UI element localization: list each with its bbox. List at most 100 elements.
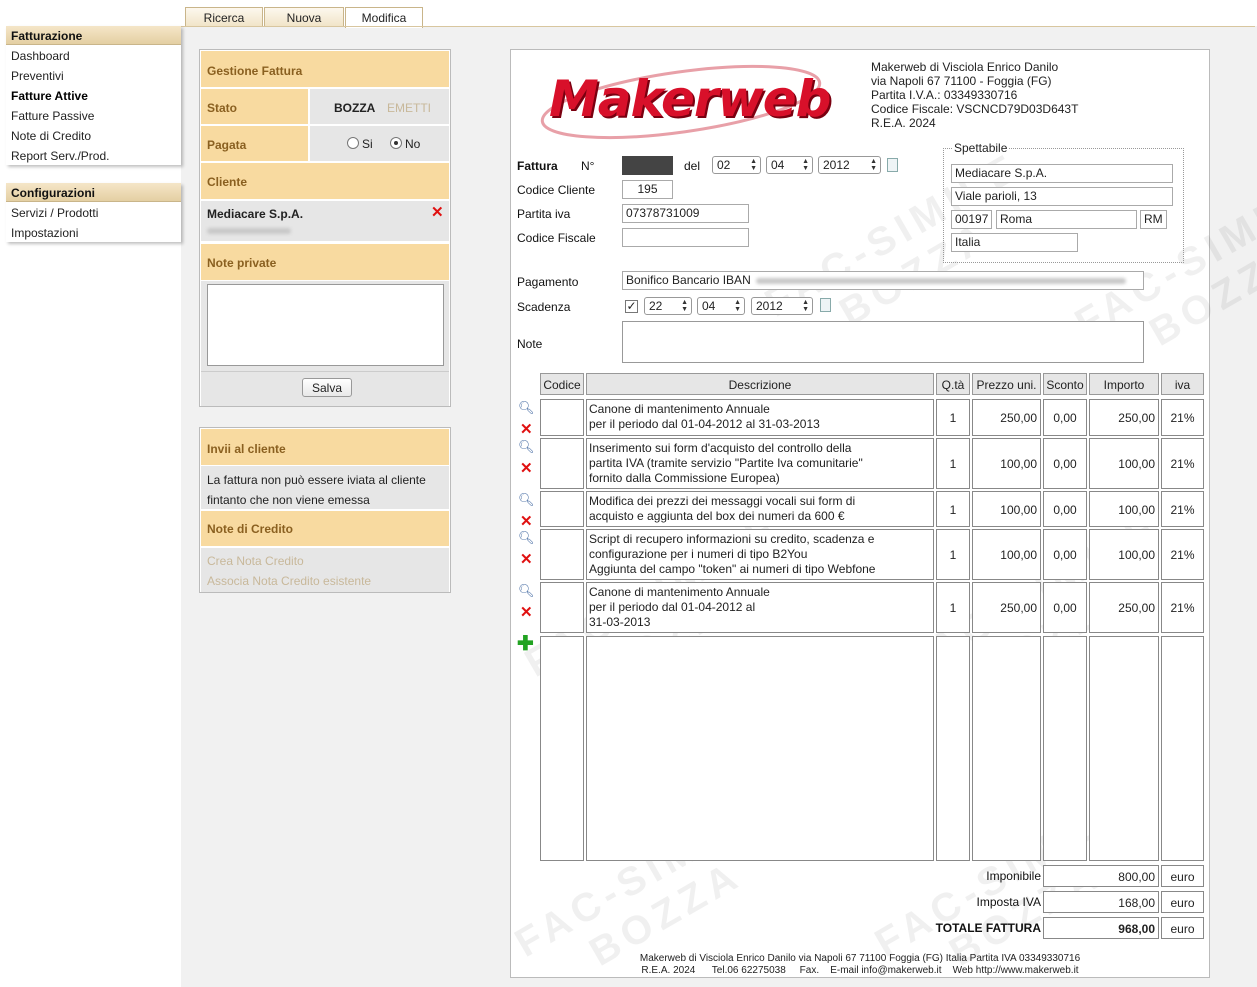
pagata-label: Pagata [201, 126, 308, 161]
row-discount-cell: 0,00 [1043, 438, 1087, 489]
description-line: per il periodo dal 01-04-2012 al [589, 600, 756, 614]
save-row: Salva [201, 371, 449, 406]
row-amount-cell: 250,00 [1089, 399, 1159, 436]
edit-row-icon[interactable]: 🔍︎ [518, 439, 535, 455]
nav-item-note-di-credito[interactable]: Note di Credito [6, 125, 181, 145]
col-iva: iva [1161, 373, 1204, 395]
nav-item-impostazioni[interactable]: Impostazioni [6, 222, 181, 242]
row-description-cell: Canone di mantenimento Annuale per il per… [586, 399, 934, 436]
note-private-label: Note private [201, 244, 449, 280]
nav-item-fatture-passive[interactable]: Fatture Passive [6, 105, 181, 125]
year-value: 2012 [823, 158, 850, 172]
codice-cliente-field[interactable]: 195 [622, 180, 673, 199]
delete-row-icon[interactable]: ✕ [520, 514, 533, 529]
iva-total-label: Imposta IVA [976, 895, 1041, 909]
associa-nota-link[interactable]: Associa Nota Credito esistente [207, 574, 371, 588]
description-line: configurazione per i numeri di tipo B2Yo… [589, 547, 808, 561]
crea-nota-link[interactable]: Crea Nota Credito [207, 554, 304, 568]
row-discount-cell: 0,00 [1043, 399, 1087, 436]
company-logo: Makerweb [531, 58, 861, 142]
fattura-label: Fattura [517, 159, 558, 173]
codice-fiscale-field[interactable] [622, 228, 749, 247]
sc-year-select[interactable]: 2012 ▲ ▼ [751, 297, 813, 315]
sp-cap-field[interactable]: 00197 [951, 210, 992, 229]
tab-ricerca[interactable]: Ricerca [185, 7, 263, 27]
invii-panel: Invii al cliente La fattura non può esse… [199, 427, 451, 593]
delete-row-icon[interactable]: ✕ [520, 422, 533, 437]
add-row-icon[interactable]: ✚ [517, 634, 534, 654]
calendar-icon[interactable] [820, 298, 831, 312]
partita-iva-field[interactable]: 07378731009 [622, 204, 749, 223]
edit-row-icon[interactable]: 🔍︎ [518, 583, 535, 599]
sp-country-field[interactable]: Italia [951, 233, 1078, 252]
nc-actions: Crea Nota Credito Associa Nota Credito e… [201, 548, 449, 592]
row-iva-cell: 21% [1161, 491, 1204, 527]
sc-day-select[interactable]: 22 ▲ ▼ [644, 297, 692, 315]
spettabile-label: Spettabile [952, 141, 1010, 155]
radio-no[interactable] [390, 137, 402, 149]
footer-line: Makerweb di Visciola Enrico Danilo via N… [639, 953, 1081, 964]
nav-item-dashboard[interactable]: Dashboard [6, 45, 181, 65]
nav-item-fatture-attive[interactable]: Fatture Attive [6, 85, 181, 105]
invoice-number-field[interactable] [622, 156, 673, 175]
row-qty-cell: 1 [936, 582, 970, 633]
cliente-label: Cliente [201, 163, 449, 199]
row-price-cell: 100,00 [972, 529, 1041, 580]
delete-row-icon[interactable]: ✕ [520, 552, 533, 567]
month-value: 04 [771, 158, 785, 172]
sc-month-select[interactable]: 04 ▲ ▼ [697, 297, 745, 315]
edit-row-icon[interactable]: 🔍︎ [518, 400, 535, 416]
codice-cliente-label: Codice Cliente [517, 183, 596, 197]
row-amount-cell: 100,00 [1089, 529, 1159, 580]
calendar-icon[interactable] [887, 158, 898, 172]
nav-item-preventivi[interactable]: Preventivi [6, 65, 181, 85]
currency-label: euro [1161, 917, 1204, 939]
sp-prov-field[interactable]: RM [1140, 210, 1167, 229]
redacted-text [207, 228, 291, 234]
invoice-document: FAC-SIMILEBOZZA FAC-SIMILEBOZZA FAC-SIMI… [508, 49, 1257, 978]
remove-client-icon[interactable]: ✕ [431, 205, 444, 220]
radio-si[interactable] [347, 137, 359, 149]
row-codice-cell [540, 529, 584, 580]
delete-row-icon[interactable]: ✕ [520, 605, 533, 620]
invoice-footer: Makerweb di Visciola Enrico Danilo via N… [511, 953, 1209, 977]
stepper-icon: ▲ ▼ [750, 158, 757, 172]
sp-city-field[interactable]: Roma [996, 210, 1137, 229]
edit-row-icon[interactable]: 🔍︎ [518, 492, 535, 508]
year-select[interactable]: 2012 ▲ ▼ [818, 156, 881, 174]
empty-cell [936, 636, 970, 861]
scadenza-checkbox[interactable]: ✓ [625, 300, 638, 313]
company-line: Partita I.V.A.: 03349330716 [871, 88, 1018, 102]
tab-nuova[interactable]: Nuova [264, 7, 344, 27]
note-textarea[interactable] [622, 321, 1144, 363]
nav-item-servizi[interactable]: Servizi / Prodotti [6, 202, 181, 222]
redacted-iban [756, 278, 1126, 284]
nav-item-report[interactable]: Report Serv./Prod. [6, 145, 181, 165]
delete-row-icon[interactable]: ✕ [520, 461, 533, 476]
pagamento-field[interactable]: Bonifico Bancario IBAN [622, 271, 1144, 290]
description-line: 31-03-2013 [589, 615, 651, 629]
save-button[interactable]: Salva [302, 378, 352, 397]
row-iva-cell: 21% [1161, 399, 1204, 436]
col-qta: Q.tà [936, 373, 970, 395]
note-private-textarea[interactable] [207, 284, 444, 366]
stepper-icon: ▲ ▼ [802, 158, 809, 172]
edit-row-icon[interactable]: 🔍︎ [518, 530, 535, 546]
description-line: Modifica dei prezzi dei messaggi vocali … [589, 494, 856, 508]
row-description-cell: Modifica dei prezzi dei messaggi vocali … [586, 491, 934, 527]
col-descrizione: Descrizione [586, 373, 934, 395]
emetti-link[interactable]: EMETTI [387, 101, 431, 115]
nav-configurazioni: Configurazioni Servizi / Prodotti Impost… [6, 183, 181, 242]
day-select[interactable]: 02 ▲ ▼ [712, 156, 761, 174]
month-select[interactable]: 04 ▲ ▼ [766, 156, 813, 174]
gestione-title: Gestione Fattura [201, 51, 449, 87]
tab-modifica[interactable]: Modifica [345, 7, 423, 28]
imponibile-value: 800,00 [1043, 865, 1159, 887]
description-line: Canone di mantenimento Annuale [589, 402, 770, 416]
gestione-fattura-panel: Gestione Fattura Stato BOZZA EMETTI Paga… [199, 49, 451, 407]
scadenza-label: Scadenza [517, 300, 571, 314]
iva-total-value: 168,00 [1043, 891, 1159, 913]
nc-title: Note di Credito [201, 511, 449, 546]
sp-address-field[interactable]: Viale parioli, 13 [951, 187, 1173, 206]
sp-name-field[interactable]: Mediacare S.p.A. [951, 164, 1173, 183]
